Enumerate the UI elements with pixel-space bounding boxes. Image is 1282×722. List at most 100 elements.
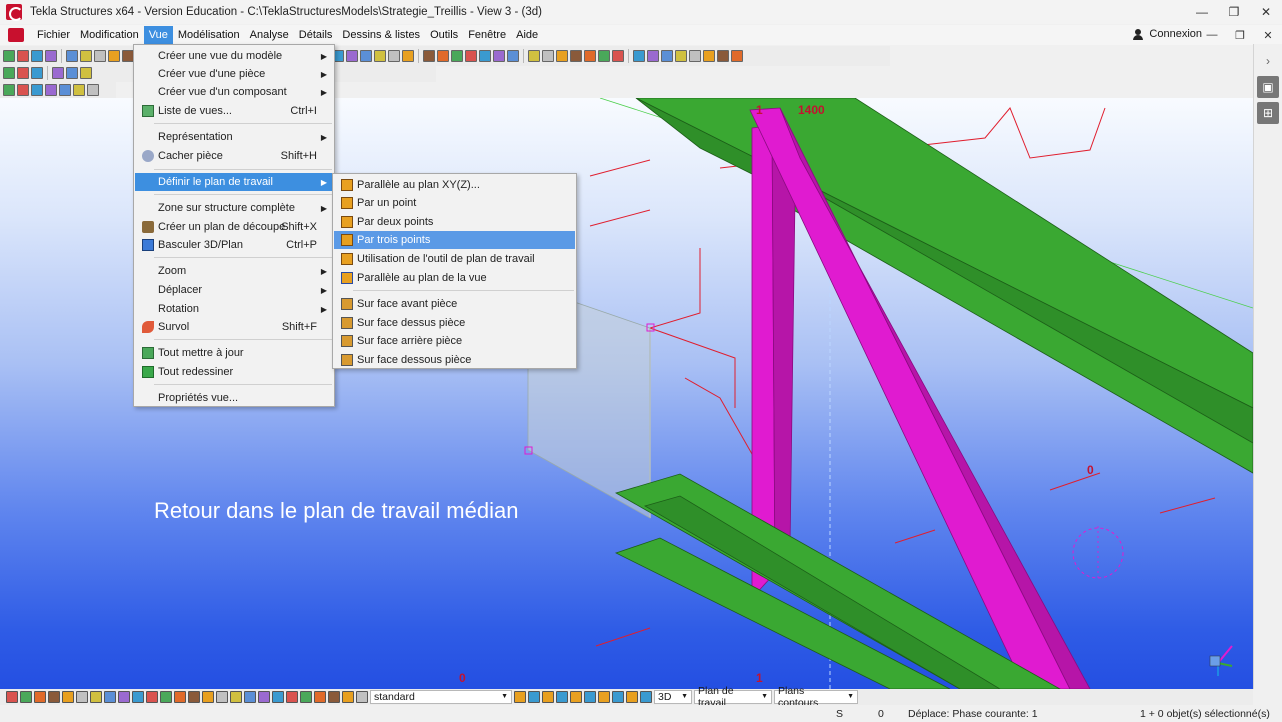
submenu-item-parallele-xy[interactable]: Parallèle au plan XY(Z)... (334, 176, 575, 194)
toolbar-tool-icon[interactable] (528, 50, 540, 62)
menu-analyse[interactable]: Analyse (245, 26, 294, 44)
contour-plans-select[interactable]: Plans contours ▼ (774, 685, 858, 709)
toolbar-tool-icon[interactable] (647, 50, 659, 62)
menu-item-deplacer[interactable]: Déplacer ▶ (135, 281, 333, 299)
toolbar-tool-icon[interactable] (3, 84, 15, 96)
selection-switch-icon[interactable] (244, 691, 256, 703)
selection-switch-icon[interactable] (90, 691, 102, 703)
toolbar-tool-icon[interactable] (437, 50, 449, 62)
menu-modelisation[interactable]: Modélisation (173, 26, 245, 44)
menu-item-cacher-piece[interactable]: Cacher pièce Shift+H (135, 147, 333, 165)
selection-switch-icon[interactable] (174, 691, 186, 703)
menu-item-representation[interactable]: Représentation ▶ (135, 128, 333, 146)
selection-switch-icon[interactable] (202, 691, 214, 703)
selection-switch-icon[interactable] (48, 691, 60, 703)
selection-switch-icon[interactable] (146, 691, 158, 703)
menu-fichier[interactable]: Fichier (32, 26, 75, 44)
submenu-item-face-dessus[interactable]: Sur face dessus pièce (334, 314, 575, 332)
submenu-item-face-dessous[interactable]: Sur face dessous pièce (334, 351, 575, 369)
toolbar-tool-icon[interactable] (584, 50, 596, 62)
toolbar-tool-icon[interactable] (66, 50, 78, 62)
selection-switch-icon[interactable] (62, 691, 74, 703)
selection-switch-icon[interactable] (76, 691, 88, 703)
maximize-button[interactable]: ❐ (1218, 0, 1250, 24)
submenu-item-plan-vue[interactable]: Parallèle au plan de la vue (334, 269, 575, 287)
snap-switch-icon[interactable] (542, 691, 554, 703)
selection-switch-icon[interactable] (300, 691, 312, 703)
close-button[interactable]: ✕ (1250, 0, 1282, 24)
toolbar-tool-icon[interactable] (94, 50, 106, 62)
toolbar-tool-icon[interactable] (612, 50, 624, 62)
menu-aide[interactable]: Aide (511, 26, 543, 44)
menu-item-tout-redessiner[interactable]: Tout redessiner (135, 363, 333, 381)
snap-switch-icon[interactable] (626, 691, 638, 703)
toolbar-tool-icon[interactable] (402, 50, 414, 62)
submenu-item-un-point[interactable]: Par un point (334, 194, 575, 212)
toolbar-tool-icon[interactable] (80, 67, 92, 79)
toolbar-tool-icon[interactable] (598, 50, 610, 62)
toolbar-tool-icon[interactable] (703, 50, 715, 62)
work-plane-select[interactable]: Plan de travail ▼ (694, 685, 772, 709)
connexion-button[interactable]: Connexion (1133, 28, 1202, 40)
toolbar-tool-icon[interactable] (17, 50, 29, 62)
view-type-select[interactable]: 3D ▼ (654, 690, 692, 704)
selection-switch-icon[interactable] (160, 691, 172, 703)
toolbar-tool-icon[interactable] (556, 50, 568, 62)
mdi-restore-button[interactable]: ❐ (1226, 25, 1254, 45)
toolbar-tool-icon[interactable] (45, 84, 57, 96)
selection-switch-icon[interactable] (118, 691, 130, 703)
toolbar-tool-icon[interactable] (675, 50, 687, 62)
toolbar-tool-icon[interactable] (388, 50, 400, 62)
menu-vue[interactable]: Vue (143, 26, 173, 44)
toolbar-tool-icon[interactable] (570, 50, 582, 62)
selection-switch-icon[interactable] (20, 691, 32, 703)
snap-switch-icon[interactable] (598, 691, 610, 703)
selection-switch-icon[interactable] (342, 691, 354, 703)
submenu-item-outil-plan[interactable]: Utilisation de l'outil de plan de travai… (334, 250, 575, 268)
toolbar-tool-icon[interactable] (451, 50, 463, 62)
selection-switch-icon[interactable] (286, 691, 298, 703)
toolbar-tool-icon[interactable] (542, 50, 554, 62)
menu-item-creer-vue-composant[interactable]: Créer vue d'un composant ▶ (135, 83, 333, 101)
selection-switch-icon[interactable] (188, 691, 200, 703)
toolbar-tool-icon[interactable] (346, 50, 358, 62)
toolbar-tool-icon[interactable] (66, 67, 78, 79)
toolbar-tool-icon[interactable] (108, 50, 120, 62)
toolbar-tool-icon[interactable] (360, 50, 372, 62)
toolbar-tool-icon[interactable] (3, 67, 15, 79)
toolbar-tool-icon[interactable] (73, 84, 85, 96)
toolbar-tool-icon[interactable] (661, 50, 673, 62)
toolbar-tool-icon[interactable] (3, 50, 15, 62)
app-menu-icon[interactable] (8, 28, 24, 42)
selection-switch-icon[interactable] (132, 691, 144, 703)
selection-switch-icon[interactable] (258, 691, 270, 703)
snap-switch-icon[interactable] (528, 691, 540, 703)
selection-switch-icon[interactable] (6, 691, 18, 703)
submenu-item-face-avant[interactable]: Sur face avant pièce (334, 295, 575, 313)
add-component-icon[interactable]: ⊞ (1257, 102, 1279, 124)
submenu-item-trois-points[interactable]: Par trois points (334, 231, 575, 249)
toolbar-tool-icon[interactable] (374, 50, 386, 62)
submenu-item-face-arriere[interactable]: Sur face arrière pièce (334, 332, 575, 350)
toolbar-tool-icon[interactable] (507, 50, 519, 62)
menu-item-tout-mettre-a-jour[interactable]: Tout mettre à jour (135, 344, 333, 362)
toolbar-tool-icon[interactable] (87, 84, 99, 96)
toolbar-tool-icon[interactable] (31, 67, 43, 79)
selection-switch-icon[interactable] (230, 691, 242, 703)
toolbar-tool-icon[interactable] (59, 84, 71, 96)
snap-switch-icon[interactable] (514, 691, 526, 703)
toolbar-tool-icon[interactable] (31, 50, 43, 62)
selection-switch-icon[interactable] (272, 691, 284, 703)
toolbar-tool-icon[interactable] (52, 67, 64, 79)
menu-dessins-listes[interactable]: Dessins & listes (337, 26, 425, 44)
snap-switch-icon[interactable] (570, 691, 582, 703)
toolbar-tool-icon[interactable] (80, 50, 92, 62)
toolbar-tool-icon[interactable] (17, 84, 29, 96)
snap-switch-icon[interactable] (640, 691, 652, 703)
toolbar-tool-icon[interactable] (479, 50, 491, 62)
menu-item-zone-structure[interactable]: Zone sur structure complète ▶ (135, 199, 333, 217)
toolbar-tool-icon[interactable] (31, 84, 43, 96)
toolbar-tool-icon[interactable] (689, 50, 701, 62)
selection-switch-icon[interactable] (104, 691, 116, 703)
mdi-close-button[interactable]: ✕ (1254, 25, 1282, 45)
